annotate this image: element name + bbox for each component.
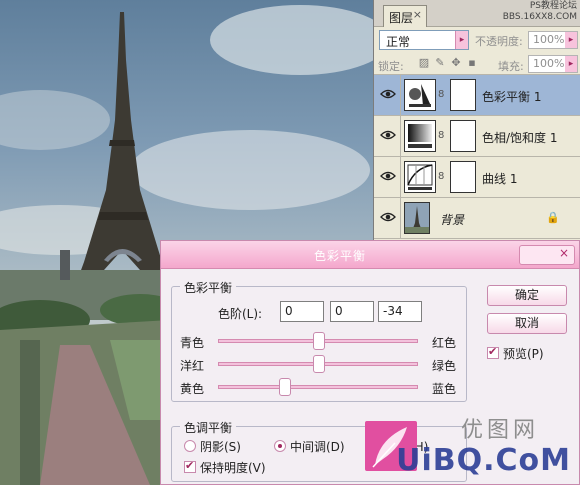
site-logo: UiBQ.CoM xyxy=(396,443,571,478)
divider xyxy=(400,116,401,157)
slider-left-label: 青色 xyxy=(180,336,205,350)
close-icon[interactable]: × xyxy=(413,8,422,21)
layer-mask-thumbnail[interactable] xyxy=(450,120,476,152)
layer-name: 背景 xyxy=(440,213,465,227)
dialog-titlebar[interactable]: 色彩平衡 × xyxy=(161,241,579,269)
layer-mask-thumbnail[interactable] xyxy=(450,161,476,193)
preserve-luminosity-checkbox[interactable] xyxy=(184,459,196,473)
lock-brush-icon[interactable]: ✎ xyxy=(434,57,446,69)
layer-mask-thumbnail[interactable] xyxy=(450,79,476,111)
blend-opacity-row: 正常 ▸ 不透明度: 100% ▸ xyxy=(374,27,580,53)
cyan-red-slider[interactable] xyxy=(218,332,418,350)
color-balance-icon xyxy=(404,79,436,111)
chain-link-icon: 8 xyxy=(438,89,445,100)
levels-label: 色阶(L): xyxy=(218,307,263,321)
fill-value: 100% xyxy=(533,57,565,70)
chevron-down-icon[interactable]: ▸ xyxy=(455,31,468,49)
layer-row[interactable]: 8 色彩平衡 1 xyxy=(374,75,580,116)
watermark: PS教程论坛 BBS.16XX8.COM xyxy=(503,1,577,23)
divider xyxy=(400,157,401,198)
cancel-button[interactable]: 取消 xyxy=(487,313,567,334)
lock-move-icon[interactable]: ✥ xyxy=(450,57,462,69)
watermark-line2: BBS.16XX8.COM xyxy=(502,12,577,22)
eye-icon[interactable] xyxy=(380,129,396,141)
dialog-title: 色彩平衡 xyxy=(313,249,366,263)
preview-checkbox[interactable] xyxy=(487,345,499,359)
fill-label: 填充: xyxy=(498,60,524,73)
preview-label: 预览(P) xyxy=(503,347,544,361)
blend-mode-value: 正常 xyxy=(386,35,411,49)
color-balance-group: 色彩平衡 色阶(L): 0 0 -34 青色 红色 洋红 绿色 黄色 蓝色 xyxy=(171,279,467,402)
layer-name: 色彩平衡 1 xyxy=(482,90,542,104)
color-balance-dialog: 色彩平衡 × 色彩平衡 色阶(L): 0 0 -34 青色 红色 洋红 绿色 黄… xyxy=(160,240,580,485)
chevron-right-icon[interactable]: ▸ xyxy=(565,32,577,48)
hue-saturation-icon xyxy=(404,120,436,152)
chain-link-icon: 8 xyxy=(438,130,445,141)
level-field-magenta-green[interactable]: 0 xyxy=(330,301,374,322)
background-thumbnail xyxy=(404,202,430,234)
panel-tab-bar: 图层 × PS教程论坛 BBS.16XX8.COM xyxy=(374,0,580,27)
lock-label: 锁定: xyxy=(378,60,404,73)
lock-icon: 🔒 xyxy=(546,211,560,224)
slider-knob[interactable] xyxy=(313,332,325,350)
level-value: 0 xyxy=(285,304,293,318)
slider-knob[interactable] xyxy=(313,355,325,373)
opacity-field[interactable]: 100% ▸ xyxy=(528,31,578,49)
group-label: 色彩平衡 xyxy=(180,279,237,296)
close-icon: × xyxy=(558,246,569,260)
layer-name: 色相/饱和度 1 xyxy=(482,131,558,145)
fill-field[interactable]: 100% ▸ xyxy=(528,55,578,73)
layer-row[interactable]: 背景 🔒 xyxy=(374,198,580,239)
radio-shadows[interactable] xyxy=(184,440,196,452)
slider-right-label: 红色 xyxy=(432,336,457,350)
tab-layers-label: 图层 xyxy=(389,11,414,25)
eye-icon[interactable] xyxy=(380,211,396,223)
watermark-chinese: 优图网 xyxy=(460,418,539,443)
layer-name: 曲线 1 xyxy=(482,172,518,186)
eye-icon[interactable] xyxy=(380,88,396,100)
layer-row[interactable]: 8 曲线 1 xyxy=(374,157,580,198)
lock-fill-row: 锁定: ▨ ✎ ✥ ▪ 填充: 100% ▸ xyxy=(374,53,580,75)
curves-icon xyxy=(404,161,436,193)
slider-left-label: 黄色 xyxy=(180,382,205,396)
blend-mode-select[interactable]: 正常 ▸ xyxy=(379,30,469,50)
group-label: 色调平衡 xyxy=(180,419,237,436)
slider-knob[interactable] xyxy=(279,378,291,396)
level-field-yellow-blue[interactable]: -34 xyxy=(378,301,422,322)
slider-right-label: 绿色 xyxy=(432,359,457,373)
opacity-value: 100% xyxy=(533,33,565,46)
level-field-cyan-red[interactable]: 0 xyxy=(280,301,324,322)
divider xyxy=(400,198,401,239)
watermark-line1: PS教程论坛 xyxy=(529,1,577,11)
level-value: 0 xyxy=(335,304,343,318)
lock-transparency-icon[interactable]: ▨ xyxy=(418,57,430,69)
chain-link-icon: 8 xyxy=(438,171,445,182)
radio-midtones-label: 中间调(D) xyxy=(290,440,345,454)
close-button[interactable]: × xyxy=(519,245,575,265)
opacity-label: 不透明度: xyxy=(475,35,523,48)
divider xyxy=(400,75,401,116)
slider-right-label: 蓝色 xyxy=(432,382,457,396)
lock-all-icon[interactable]: ▪ xyxy=(466,57,478,69)
tab-layers[interactable]: 图层 × xyxy=(383,5,427,27)
level-value: -34 xyxy=(383,304,403,318)
layer-row[interactable]: 8 色相/饱和度 1 xyxy=(374,116,580,157)
layers-panel: 图层 × PS教程论坛 BBS.16XX8.COM 正常 ▸ 不透明度: 100… xyxy=(373,0,580,240)
magenta-green-slider[interactable] xyxy=(218,355,418,373)
ok-button[interactable]: 确定 xyxy=(487,285,567,306)
radio-shadows-label: 阴影(S) xyxy=(200,440,241,454)
slider-left-label: 洋红 xyxy=(180,359,205,373)
eye-icon[interactable] xyxy=(380,170,396,182)
preserve-luminosity-label: 保持明度(V) xyxy=(200,461,266,475)
yellow-blue-slider[interactable] xyxy=(218,378,418,396)
chevron-right-icon[interactable]: ▸ xyxy=(565,56,577,72)
radio-midtones[interactable] xyxy=(274,440,286,452)
